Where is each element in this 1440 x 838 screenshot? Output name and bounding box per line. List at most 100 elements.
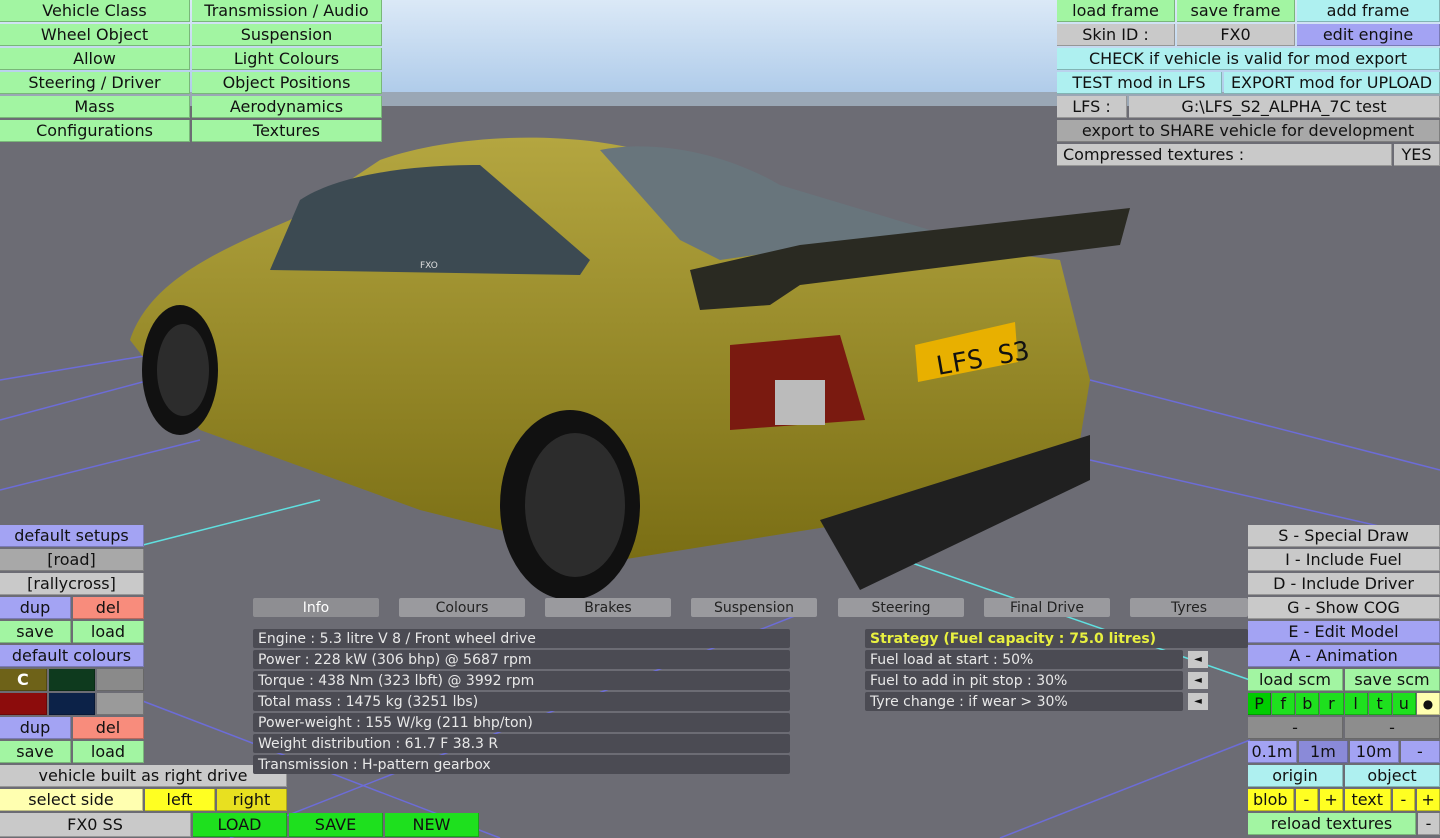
setup-road[interactable]: [road] [0,549,144,571]
compressed-textures-toggle[interactable]: YES [1394,144,1440,166]
menu-steering-driver[interactable]: Steering / Driver [0,72,190,94]
main-menu: Vehicle Class Transmission / Audio Wheel… [0,0,382,142]
skin-id-label: Skin ID : [1057,24,1175,46]
grid-0-1m-button[interactable]: 0.1m [1248,741,1297,763]
menu-light-colours[interactable]: Light Colours [192,48,382,70]
setup-del-button[interactable]: del [73,597,144,619]
edit-engine-button[interactable]: edit engine [1297,24,1440,46]
save-frame-button[interactable]: save frame [1177,0,1295,22]
side-left-button[interactable]: left [145,789,215,811]
export-mod-button[interactable]: EXPORT mod for UPLOAD [1224,72,1440,94]
test-mod-button[interactable]: TEST mod in LFS [1057,72,1222,94]
skin-id-field[interactable]: FX0 [1177,24,1295,46]
menu-configurations[interactable]: Configurations [0,120,190,142]
origin-button[interactable]: origin [1248,765,1343,787]
check-valid-button[interactable]: CHECK if vehicle is valid for mod export [1057,48,1440,70]
reload-textures-option[interactable]: - [1418,813,1440,835]
colour-swatch-1[interactable]: C [0,669,47,691]
animation-button[interactable]: A - Animation [1248,645,1440,667]
colour-swatch-2[interactable] [48,669,96,691]
fuel-pit-decrease-button[interactable]: ◄ [1188,672,1208,689]
colour-swatch-5[interactable] [48,693,96,715]
menu-mass[interactable]: Mass [0,96,190,118]
menu-object-positions[interactable]: Object Positions [192,72,382,94]
tab-brakes[interactable]: Brakes [545,598,671,617]
blob-plus-button[interactable]: + [1320,789,1343,811]
grid-1m-button[interactable]: 1m [1298,741,1348,763]
view-t-button[interactable]: t [1368,693,1392,715]
side-right-button[interactable]: right [217,789,287,811]
special-draw-button[interactable]: S - Special Draw [1248,525,1440,547]
reload-textures-button[interactable]: reload textures [1248,813,1416,835]
menu-textures[interactable]: Textures [192,120,382,142]
new-button[interactable]: NEW [385,813,479,837]
default-setups-label[interactable]: default setups [0,525,144,547]
load-scm-button[interactable]: load scm [1248,669,1343,691]
colour-swatch-4[interactable] [0,693,47,715]
add-frame-button[interactable]: add frame [1297,0,1440,22]
load-frame-button[interactable]: load frame [1057,0,1175,22]
show-cog-button[interactable]: G - Show COG [1248,597,1440,619]
tab-suspension[interactable]: Suspension [691,598,817,617]
setup-load-button[interactable]: load [73,621,144,643]
colour-swatch-6[interactable] [97,693,144,715]
setup-save-button[interactable]: save [0,621,71,643]
info-transmission: Transmission : H-pattern gearbox [253,755,790,774]
car-badge: FXO [420,261,438,271]
save-button[interactable]: SAVE [289,813,383,837]
menu-vehicle-class[interactable]: Vehicle Class [0,0,190,22]
view-f-button[interactable]: f [1272,693,1296,715]
setup-rallycross[interactable]: [rallycross] [0,573,144,595]
tab-info[interactable]: Info [253,598,379,617]
text-minus-button[interactable]: - [1392,789,1416,811]
tab-tyres[interactable]: Tyres [1130,598,1248,617]
view-b-button[interactable]: b [1296,693,1320,715]
include-fuel-button[interactable]: I - Include Fuel [1248,549,1440,571]
colour-swatch-3[interactable] [97,669,144,691]
info-power-weight: Power-weight : 155 W/kg (211 bhp/ton) [253,713,790,732]
tab-final-drive[interactable]: Final Drive [984,598,1110,617]
save-scm-button[interactable]: save scm [1345,669,1440,691]
view-l-button[interactable]: l [1344,693,1368,715]
menu-aerodynamics[interactable]: Aerodynamics [192,96,382,118]
export-panel: load frame save frame add frame Skin ID … [1057,0,1440,166]
colour-load-button[interactable]: load [73,741,144,763]
load-button[interactable]: LOAD [193,813,287,837]
setup-dup-button[interactable]: dup [0,597,71,619]
grid-10m-button[interactable]: 10m [1349,741,1399,763]
tyre-change-decrease-button[interactable]: ◄ [1188,693,1208,710]
include-driver-button[interactable]: D - Include Driver [1248,573,1440,595]
option-1-button[interactable]: - [1248,717,1343,739]
menu-suspension[interactable]: Suspension [192,24,382,46]
blob-label: blob [1248,789,1294,811]
file-panel: FX0 SS LOAD SAVE NEW [0,813,479,837]
tab-colours[interactable]: Colours [399,598,525,617]
colour-dup-button[interactable]: dup [0,717,71,739]
colour-del-button[interactable]: del [73,717,144,739]
grid-off-button[interactable]: - [1400,741,1440,763]
view-panel: S - Special Draw I - Include Fuel D - In… [1248,525,1440,835]
view-r-button[interactable]: r [1320,693,1344,715]
colour-save-button[interactable]: save [0,741,71,763]
tab-steering[interactable]: Steering [838,598,964,617]
menu-wheel-object[interactable]: Wheel Object [0,24,190,46]
text-plus-button[interactable]: + [1417,789,1440,811]
blob-minus-button[interactable]: - [1295,789,1319,811]
object-button[interactable]: object [1345,765,1440,787]
lfs-path-field[interactable]: G:\LFS_S2_ALPHA_7C test [1129,96,1440,118]
fuel-load-decrease-button[interactable]: ◄ [1188,651,1208,668]
view-dot-button[interactable]: ● [1416,693,1440,715]
menu-allow[interactable]: Allow [0,48,190,70]
select-side-label: select side [0,789,143,811]
car-model[interactable]: LFS S3 FXO [130,137,1130,600]
car-name-field[interactable]: FX0 SS [0,813,191,837]
default-colours-label[interactable]: default colours [0,645,144,667]
drive-side-panel: vehicle built as right drive select side… [0,765,287,811]
export-share-button[interactable]: export to SHARE vehicle for development [1057,120,1440,142]
view-p-button[interactable]: P [1248,693,1272,715]
view-u-button[interactable]: u [1392,693,1416,715]
option-2-button[interactable]: - [1345,717,1440,739]
edit-model-button[interactable]: E - Edit Model [1248,621,1440,643]
menu-transmission-audio[interactable]: Transmission / Audio [192,0,382,22]
compressed-textures-label: Compressed textures : [1057,144,1392,166]
